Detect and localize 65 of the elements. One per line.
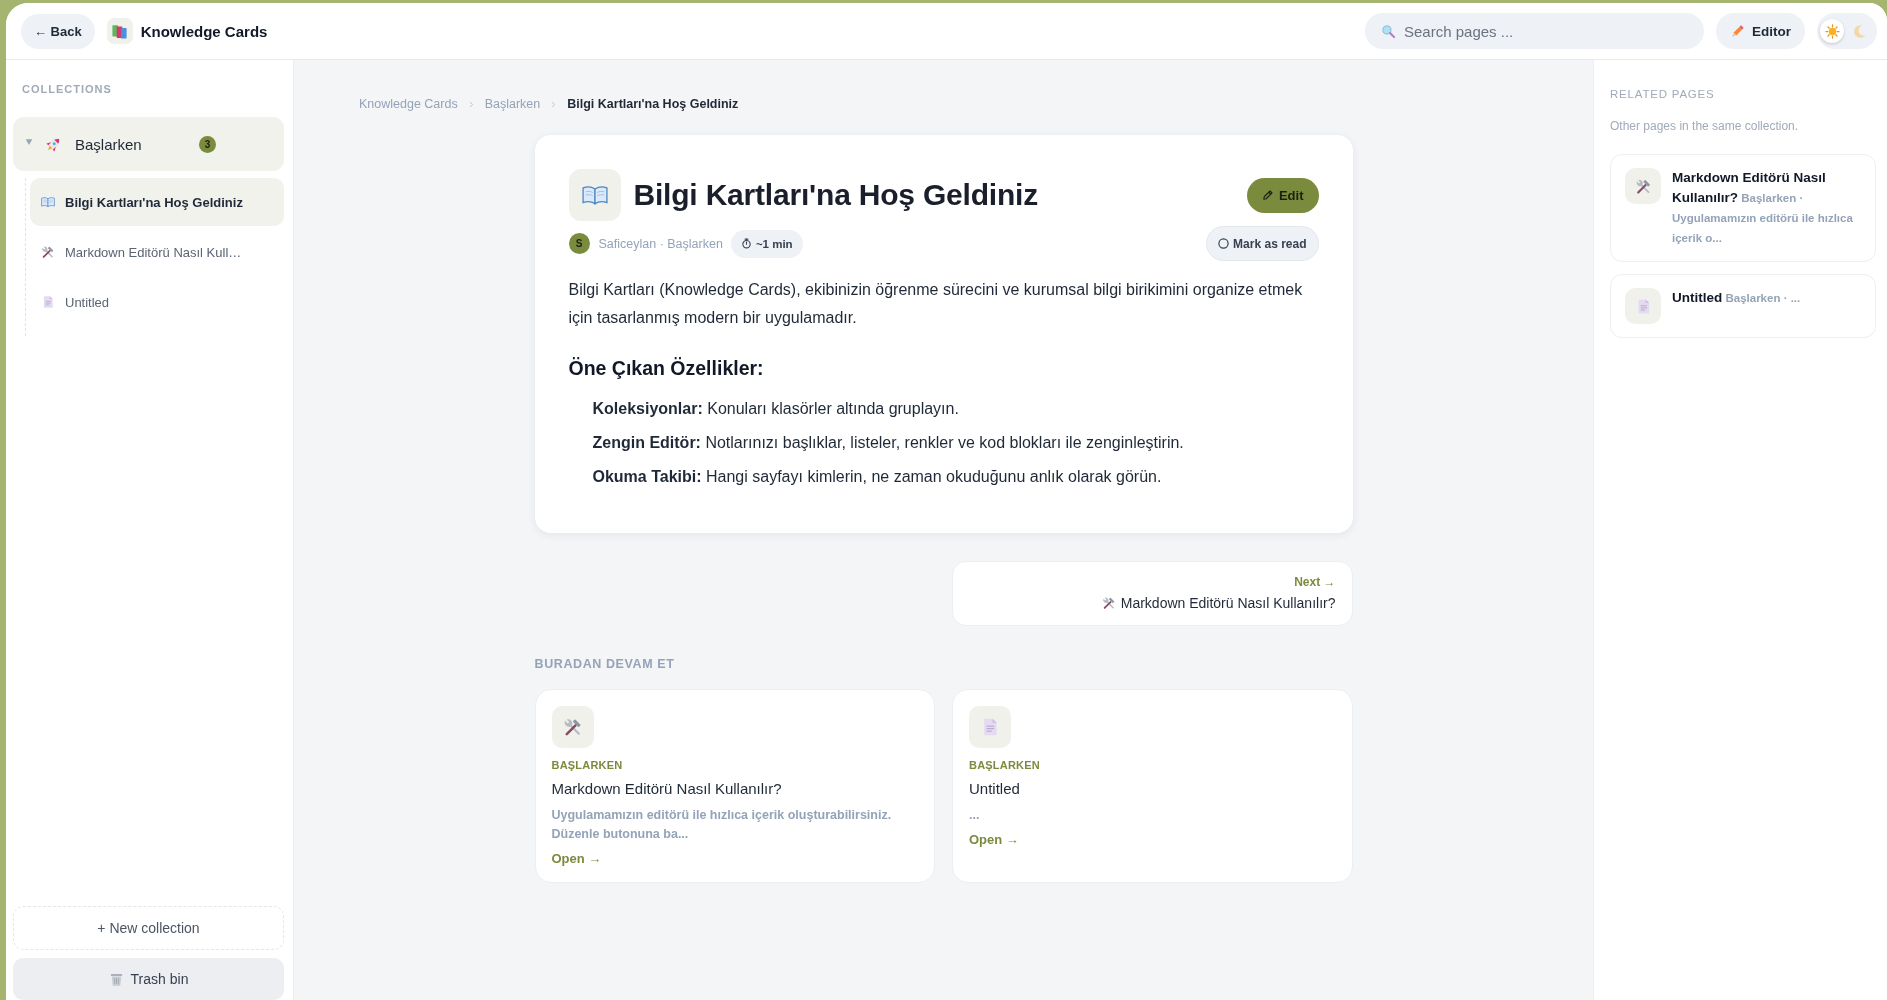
book-icon bbox=[41, 195, 55, 209]
feature-item: Okuma Takibi: Hangi sayfayı kimlerin, ne zaman okuduğunu anlık olarak görün. bbox=[592, 467, 1163, 487]
related-page-card[interactable]: Markdown Editörü Nasıl Kullanılır? Başlarken · Uygulamamızın editörü ile hızlıca içerik o... bbox=[1610, 154, 1876, 262]
chevron-icon bbox=[550, 100, 558, 108]
section-subtitle: Other pages in the same collection. bbox=[1610, 118, 1800, 134]
new-collection-button[interactable]: + New collection bbox=[13, 906, 284, 950]
stopwatch-icon bbox=[740, 238, 752, 249]
read-time: ~1 min bbox=[755, 237, 793, 250]
related-page-text: Markdown Editörü Nasıl Kullanılır? Başlarken · Uygulamamızın editörü ile hızlıca içerik o... bbox=[1672, 169, 1854, 246]
sun-icon bbox=[1824, 23, 1840, 39]
page-card-title: Markdown Editörü Nasıl Kullanılır? bbox=[551, 780, 783, 798]
back-button[interactable]: ← Back bbox=[21, 13, 95, 49]
editor-button[interactable]: Editor bbox=[1716, 13, 1805, 49]
document-icon bbox=[1625, 288, 1661, 324]
section-heading: BURADAN DEVAM ET bbox=[534, 656, 676, 672]
article-title: Bilgi Kartları'na Hoş Geldiniz bbox=[633, 177, 1039, 213]
section-heading: Öne Çıkan Özellikler: bbox=[568, 356, 765, 381]
page-excerpt: ... bbox=[969, 807, 981, 824]
breadcrumb-item[interactable]: Bilgi Kartları'na Hoş Geldiniz bbox=[567, 96, 739, 112]
related-page-text: Untitled Başlarken · ... bbox=[1672, 289, 1801, 307]
moon-icon bbox=[1851, 23, 1867, 39]
edit-button[interactable]: Edit bbox=[1246, 177, 1319, 213]
tools-icon bbox=[551, 706, 594, 748]
page-item[interactable]: Markdown Editörü Nasıl Kull… bbox=[30, 228, 284, 276]
app-title: Knowledge Cards bbox=[140, 22, 268, 40]
search-icon bbox=[1381, 24, 1396, 39]
chevron-icon bbox=[467, 100, 475, 108]
open-link[interactable]: Open → bbox=[969, 832, 1019, 847]
search-field[interactable]: Search pages ... bbox=[1365, 13, 1704, 49]
page-card-title: Untitled bbox=[969, 780, 1021, 798]
tools-icon bbox=[1625, 168, 1661, 204]
next-label: Next → bbox=[1294, 574, 1336, 590]
page-item[interactable]: Bilgi Kartları'na Hoş Geldiniz bbox=[30, 178, 284, 226]
light-mode-button[interactable] bbox=[1820, 19, 1844, 43]
trash-icon bbox=[108, 971, 124, 987]
pencil-icon bbox=[1730, 23, 1745, 39]
tools-icon bbox=[1101, 596, 1116, 610]
document-icon bbox=[969, 706, 1011, 748]
pencil-icon bbox=[1261, 189, 1274, 201]
related-page-card[interactable]: Untitled Başlarken · ... bbox=[1610, 274, 1876, 338]
open-link[interactable]: Open → bbox=[551, 851, 602, 866]
article-meta: Saficeylan · Başlarken bbox=[598, 236, 723, 251]
collection-label: BAŞLARKEN bbox=[969, 758, 1041, 772]
collection-item[interactable]: Başlarken 3 bbox=[13, 117, 284, 171]
section-heading: COLLECTIONS bbox=[21, 82, 112, 96]
author-avatar: S bbox=[568, 233, 590, 254]
rocket-icon bbox=[45, 135, 62, 153]
trash-button[interactable]: Trash bin bbox=[13, 958, 284, 1000]
feature-item: Koleksiyonlar: Konuları klasörler altında gruplayın. bbox=[592, 399, 960, 419]
page-excerpt: Uygulamamızın editörü ile hızlıca içerik oluşturabilirsiniz. Düzenle butonuna ba... bbox=[551, 807, 893, 843]
page-card[interactable]: BAŞLARKEN Untitled ... Open → bbox=[952, 689, 1353, 883]
mark-as-read-button[interactable]: Mark as read bbox=[1206, 226, 1319, 261]
next-page-title: Markdown Editörü Nasıl Kullanılır? bbox=[1120, 594, 1336, 612]
collection-label: BAŞLARKEN bbox=[551, 758, 624, 772]
page-card[interactable]: BAŞLARKEN Markdown Editörü Nasıl Kullanılır? Uygulamamızın editörü ile hızlıca içerik oluşturabilirsiniz. Düzenle butonuna ba... Open → bbox=[534, 689, 935, 883]
document-icon bbox=[41, 295, 55, 309]
book-icon bbox=[568, 169, 621, 221]
page-item[interactable]: Untitled bbox=[30, 278, 284, 326]
feature-item: Zengin Editör: Notlarınızı başlıklar, listeler, renkler ve kod blokları ile zenginleştirin. bbox=[592, 433, 1185, 453]
next-page-link[interactable]: Next → Markdown Editörü Nasıl Kullanılır? bbox=[951, 561, 1353, 626]
tools-icon bbox=[41, 245, 55, 259]
section-heading: RELATED PAGES bbox=[1610, 87, 1716, 101]
intro-paragraph: Bilgi Kartları (Knowledge Cards), ekibinizin öğrenme sürecini ve kurumsal bilgi birikimini organize etmek için tasarlanmış modern bir uygulamadır. bbox=[568, 280, 1304, 328]
books-icon bbox=[106, 18, 133, 44]
count-badge: 3 bbox=[199, 135, 216, 153]
